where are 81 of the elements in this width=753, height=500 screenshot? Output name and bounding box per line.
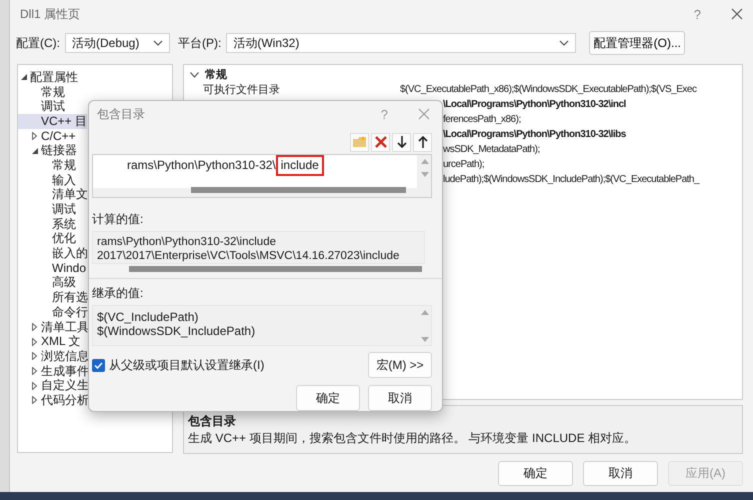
collapsed-triangle-icon[interactable]: [32, 367, 37, 376]
dropdown[interactable]: 活动(Win32): [226, 33, 576, 53]
tree-item[interactable]: 浏览信息: [18, 349, 87, 364]
dropdown-value: 活动(Win32): [233, 34, 300, 52]
window-title: Dll1 属性页: [20, 6, 82, 22]
dropdown-value: 活动(Debug): [72, 34, 140, 52]
tree-item[interactable]: 所有选: [18, 290, 87, 305]
folder-icon: [352, 136, 366, 148]
property-value: $(VC_ExecutablePath_x86);$(WindowsSDK_ExecutablePath);$(VS_Exec: [400, 84, 696, 95]
move-down-button[interactable]: [392, 132, 411, 152]
delete-button[interactable]: [371, 132, 390, 152]
tree-item[interactable]: 系统: [18, 216, 87, 232]
expanded-triangle-icon[interactable]: [21, 74, 27, 80]
collapsed-triangle-icon[interactable]: [32, 382, 37, 390]
collapsed-triangle-icon[interactable]: [32, 132, 37, 140]
chevron-down-icon: [153, 40, 163, 46]
value-line: rams\Python\Python310-32\include: [97, 234, 277, 249]
tree-item[interactable]: 自定义生: [18, 378, 87, 394]
delete-icon: [374, 136, 386, 148]
tree-item[interactable]: 调试: [18, 202, 87, 217]
dialog-title: 包含目录: [97, 106, 146, 123]
arrow-down-icon: [396, 136, 406, 148]
property-value: \Local\Programs\Python\Python310-32\libs: [443, 129, 626, 140]
tree-item[interactable]: 清单文: [18, 188, 87, 202]
dropdown[interactable]: 活动(Debug): [65, 33, 170, 53]
config-manager-button[interactable]: 配置管理器(O)...: [589, 31, 686, 55]
tree-item[interactable]: XML 文: [18, 334, 87, 350]
category-label: 常规: [205, 68, 227, 82]
property-value: ferencesPath_x86);: [443, 114, 521, 125]
description-text: 生成 VC++ 项目期间，搜索包含文件时使用的路径。 与环境变量 INCLUDE 相对应。: [188, 431, 636, 445]
tree-item[interactable]: 优化: [18, 232, 87, 246]
property-value: wsSDK_MetadataPath);: [443, 144, 540, 155]
property-name: 可执行文件目录: [202, 82, 281, 97]
move-up-button[interactable]: [413, 132, 432, 152]
dialog-button[interactable]: 取消: [583, 460, 658, 486]
arrow-up-icon: [418, 136, 428, 148]
close-icon[interactable]: [731, 8, 743, 20]
collapsed-triangle-icon[interactable]: [32, 323, 37, 332]
dialog-button[interactable]: 确定: [498, 460, 573, 486]
tree-item[interactable]: 常规: [18, 84, 87, 100]
description-title: 包含目录: [188, 413, 237, 430]
checkbox[interactable]: [92, 358, 105, 372]
tree-item[interactable]: VC++ 目: [18, 114, 87, 129]
chevron-down-icon[interactable]: [190, 72, 199, 78]
field-label: 平台(P):: [178, 34, 222, 52]
expanded-triangle-icon[interactable]: [32, 148, 38, 154]
collapsed-triangle-icon[interactable]: [32, 396, 37, 404]
dialog-button[interactable]: 取消: [368, 385, 432, 411]
checkmark-icon: [94, 362, 103, 368]
tree-item[interactable]: 嵌入的: [18, 246, 87, 261]
list-entry[interactable]: rams\Python\Python310-32\: [127, 158, 276, 172]
tree-item[interactable]: 命令行: [18, 305, 87, 320]
value-line: 2017\2017\Enterprise\VC\Tools\MSVC\14.16.27023\include: [97, 248, 400, 263]
collapsed-triangle-icon[interactable]: [32, 352, 37, 360]
tree-item[interactable]: 常规: [18, 158, 87, 173]
tree-item[interactable]: 代码分析: [18, 393, 87, 408]
chevron-down-icon: [559, 40, 570, 46]
tree-item[interactable]: 高级: [18, 276, 87, 290]
property-value: ludePath);$(WindowsSDK_IncludePath);$(VC_ExecutablePath_: [443, 174, 700, 185]
property-value: urcePath);: [443, 159, 484, 170]
dialog-button[interactable]: 确定: [296, 385, 360, 411]
highlight-box: include: [276, 154, 324, 176]
section-label: 继承的值:: [92, 284, 144, 302]
horizontal-scrollbar[interactable]: [129, 266, 422, 272]
tree-item[interactable]: 输入: [18, 172, 87, 188]
value-line: $(WindowsSDK_IncludePath): [97, 324, 256, 338]
collapsed-triangle-icon[interactable]: [32, 338, 37, 346]
tree-item[interactable]: 链接器: [18, 143, 87, 158]
tree-item[interactable]: 调试: [18, 99, 87, 114]
checkbox-label: 从父级或项目默认设置继承(I): [109, 356, 264, 374]
tree-item[interactable]: Windo: [18, 260, 87, 276]
tree-item[interactable]: 清单工具: [18, 320, 87, 334]
property-value: \Local\Programs\Python\Python310-32\incl: [443, 99, 626, 110]
section-label: 计算的值:: [92, 210, 144, 228]
value-line: $(VC_IncludePath): [97, 310, 198, 324]
tree-item[interactable]: 配置属性: [18, 70, 87, 85]
field-label: 配置(C):: [16, 34, 60, 52]
tree-item[interactable]: C/C++: [18, 128, 87, 144]
macros-button[interactable]: 宏(M) >>: [368, 352, 432, 378]
list-box[interactable]: rams\Python\Python310-32\ include: [92, 154, 432, 198]
tree-item[interactable]: 生成事件: [18, 364, 87, 378]
